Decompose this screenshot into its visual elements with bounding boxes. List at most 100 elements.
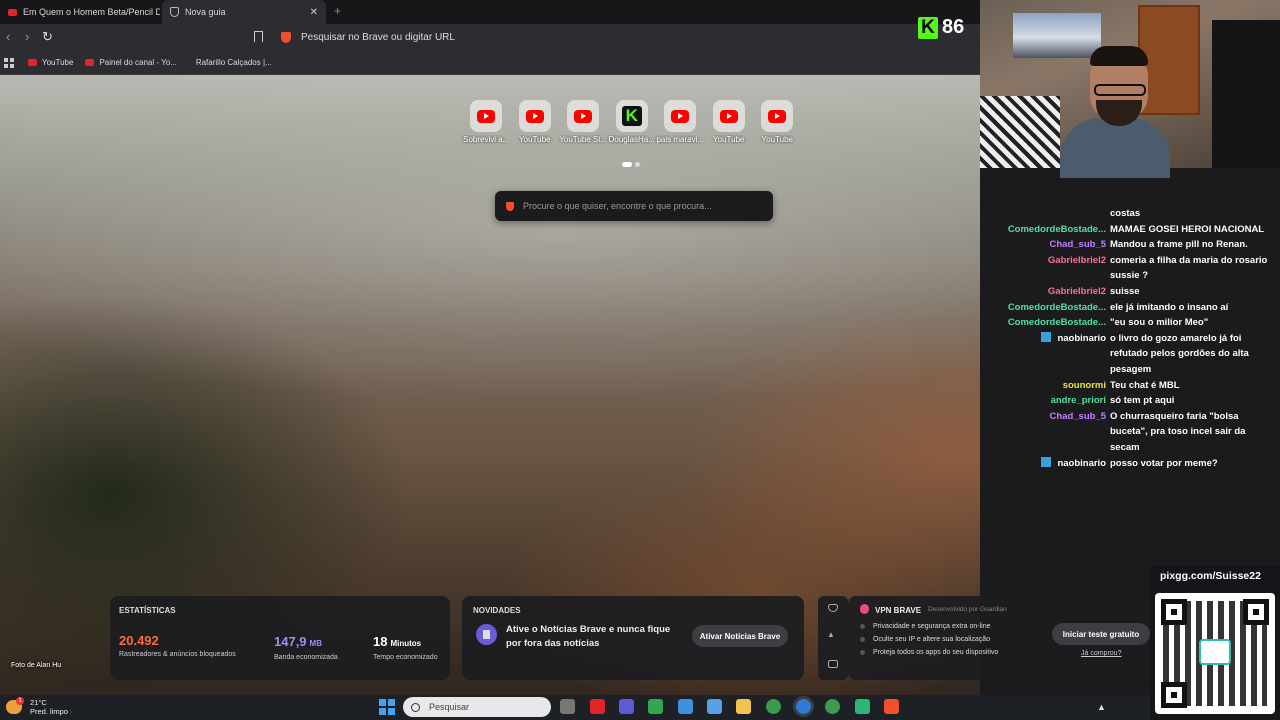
- chat-text: Mandou a frame pill no Renan.: [1110, 239, 1248, 251]
- chat-message: naobinario posso votar por meme?: [990, 456, 1276, 472]
- weather-widget[interactable]: 1 21°C Pred. limpo: [6, 697, 68, 716]
- xbox-icon[interactable]: [648, 699, 663, 714]
- bookmarks-bar: YouTube Painel do canal - Yo... Rafarill…: [0, 51, 980, 75]
- chat-username[interactable]: naobinario: [990, 331, 1110, 378]
- top-site-tile[interactable]: YouTube St...: [559, 100, 608, 144]
- back-arrow-icon[interactable]: ‹: [6, 29, 10, 44]
- bookmark-channel-panel[interactable]: Painel do canal - Yo...: [85, 58, 177, 67]
- chat-username[interactable]: ComedordeBostade...: [990, 315, 1110, 331]
- top-sites-pager: [622, 162, 640, 167]
- trackers-value: 20.492: [119, 633, 159, 648]
- green-app-icon[interactable]: [855, 699, 870, 714]
- stream-chat: costas ComedordeBostade... MAMAE GOSEI HER…: [990, 206, 1276, 471]
- bookmark-rafarillo[interactable]: Rafarillo Calçados |...: [189, 58, 272, 67]
- windows-start-icon[interactable]: [379, 699, 395, 715]
- chat-username[interactable]: sounormi: [990, 378, 1110, 394]
- video-app-icon[interactable]: [590, 699, 605, 714]
- chrome-profile-icon[interactable]: [796, 699, 811, 714]
- pix-url: pixgg.com/Suisse22: [1160, 570, 1261, 582]
- top-site-tile[interactable]: Sobrevivi a...: [462, 100, 511, 144]
- chat-username[interactable]: ComedordeBostade...: [990, 300, 1110, 316]
- kick-count: 86: [942, 16, 965, 38]
- bullet-icon: [860, 637, 865, 642]
- tab-new-tab[interactable]: Nova guia ✕: [162, 0, 326, 24]
- chat-message: naobinario o livro do gozo amarelo já foi…: [990, 331, 1276, 378]
- notepad-icon[interactable]: [678, 699, 693, 714]
- address-bar[interactable]: Pesquisar no Brave ou digitar URL: [278, 27, 698, 48]
- top-site-tile[interactable]: K DouglasHa...: [608, 100, 657, 144]
- new-tab-plus-icon[interactable]: +: [334, 4, 341, 18]
- top-site-label: YouTube St...: [559, 135, 608, 144]
- bookmark-icon[interactable]: [254, 31, 263, 42]
- chat-text: "eu sou o milior Meo": [1110, 317, 1209, 329]
- vpn-tab-icon[interactable]: ▲: [827, 630, 835, 639]
- top-site-tile[interactable]: YouTube: [511, 100, 560, 144]
- reload-icon[interactable]: ↻: [42, 29, 53, 45]
- chat-message: Gabrielbriel2 comeria a filha da maria do…: [990, 253, 1276, 284]
- start-trial-button[interactable]: Iniciar teste gratuito: [1052, 623, 1150, 645]
- time-unit: Minutos: [390, 639, 422, 648]
- pager-dot-active[interactable]: [622, 162, 632, 167]
- tray-expand-icon[interactable]: ▲: [1097, 702, 1106, 712]
- news-text: Ative o Notícias Brave e nunca fique por…: [506, 624, 671, 649]
- bookmark-youtube[interactable]: YouTube: [28, 58, 73, 67]
- news-title: NOVIDADES: [473, 606, 521, 615]
- chat-message: Chad_sub_5 O churrasqueiro faria "bolsa b…: [990, 409, 1276, 456]
- vpn-feature: Privacidade e segurança extra on-line: [860, 623, 991, 630]
- chat-message: ComedordeBostade... ele já imitando o ins…: [990, 300, 1276, 316]
- chrome-icon[interactable]: [766, 699, 781, 714]
- close-tab-icon[interactable]: ✕: [310, 7, 318, 18]
- bot-badge-icon: [1041, 331, 1052, 342]
- file-explorer-icon[interactable]: [736, 699, 751, 714]
- taskbar-search[interactable]: Pesquisar: [403, 697, 551, 717]
- youtube-icon: [768, 109, 787, 123]
- brave-taskbar-icon[interactable]: [884, 699, 899, 714]
- pix-qr-code[interactable]: [1155, 593, 1275, 714]
- forward-arrow-icon[interactable]: ›: [25, 29, 29, 44]
- vpn-title: VPN BRAVE: [875, 606, 922, 615]
- youtube-icon: [477, 109, 496, 123]
- webcam-streamer: [1060, 46, 1170, 178]
- chat-username[interactable]: Chad_sub_5: [990, 237, 1110, 253]
- time-desc: Tempo economizado: [373, 654, 438, 661]
- vpn-app-icon[interactable]: [619, 699, 634, 714]
- chat-message: ComedordeBostade... "eu sou o milior Meo": [990, 315, 1276, 331]
- bookmark-label: Painel do canal - Yo...: [99, 58, 177, 67]
- chat-message: sounormi Teu chat é MBL: [990, 378, 1276, 394]
- pager-dot[interactable]: [635, 162, 640, 167]
- kick-counter: K 86: [918, 16, 964, 39]
- photo-credit[interactable]: Foto de Alan Hu: [11, 662, 61, 669]
- chrome-alt-icon[interactable]: [825, 699, 840, 714]
- chat-username[interactable]: Gabrielbriel2: [990, 284, 1110, 300]
- settings-app-icon[interactable]: [707, 699, 722, 714]
- already-purchased-link[interactable]: Já comprou?: [1081, 650, 1121, 657]
- task-view-icon[interactable]: [560, 699, 575, 714]
- tab-youtube-video[interactable]: Em Quem o Homem Beta/Pencil De: [0, 0, 160, 24]
- enable-news-button[interactable]: Ativar Notícias Brave: [692, 625, 788, 647]
- chat-username[interactable]: Chad_sub_5: [990, 409, 1110, 456]
- tab-title: Em Quem o Homem Beta/Pencil De: [23, 7, 160, 17]
- new-tab-search-box[interactable]: Procure o que quiser, encontre o que pro…: [495, 191, 773, 221]
- chat-text: só tem pt aqui: [1110, 395, 1175, 407]
- vpn-widget: VPN BRAVE Desenvolvido por Guardian Priv…: [848, 596, 1150, 680]
- chat-text: O churrasqueiro faria "bolsa buceta", pr…: [1110, 410, 1246, 453]
- bandwidth-stat: 147,9 MB Banda economizada: [274, 633, 338, 661]
- shield-tab-icon[interactable]: [828, 604, 838, 612]
- top-site-tile[interactable]: pais maravi...: [656, 100, 705, 144]
- apps-grid-icon[interactable]: [4, 57, 14, 68]
- stats-widget: ESTATÍSTICAS 20.492 Rastreadores & anúnc…: [110, 596, 450, 680]
- bookmark-label: YouTube: [42, 58, 74, 67]
- brave-logo-icon: [281, 32, 291, 43]
- chat-username[interactable]: [990, 206, 1110, 222]
- top-site-tile[interactable]: YouTube: [753, 100, 802, 144]
- chat-username[interactable]: naobinario: [990, 456, 1110, 472]
- vpn-feature: Oculte seu IP e altere sua localização: [860, 636, 990, 643]
- webcam-chair: [1212, 20, 1280, 168]
- top-site-tile[interactable]: YouTube: [705, 100, 754, 144]
- chat-username[interactable]: ComedordeBostade...: [990, 222, 1110, 238]
- chat-username[interactable]: andre_priori: [990, 393, 1110, 409]
- chat-username[interactable]: Gabrielbriel2: [990, 253, 1110, 284]
- brave-logo-icon: [506, 201, 514, 211]
- chat-text: MAMAE GOSEI HEROI NACIONAL: [1110, 223, 1265, 235]
- talk-tab-icon[interactable]: [828, 660, 838, 668]
